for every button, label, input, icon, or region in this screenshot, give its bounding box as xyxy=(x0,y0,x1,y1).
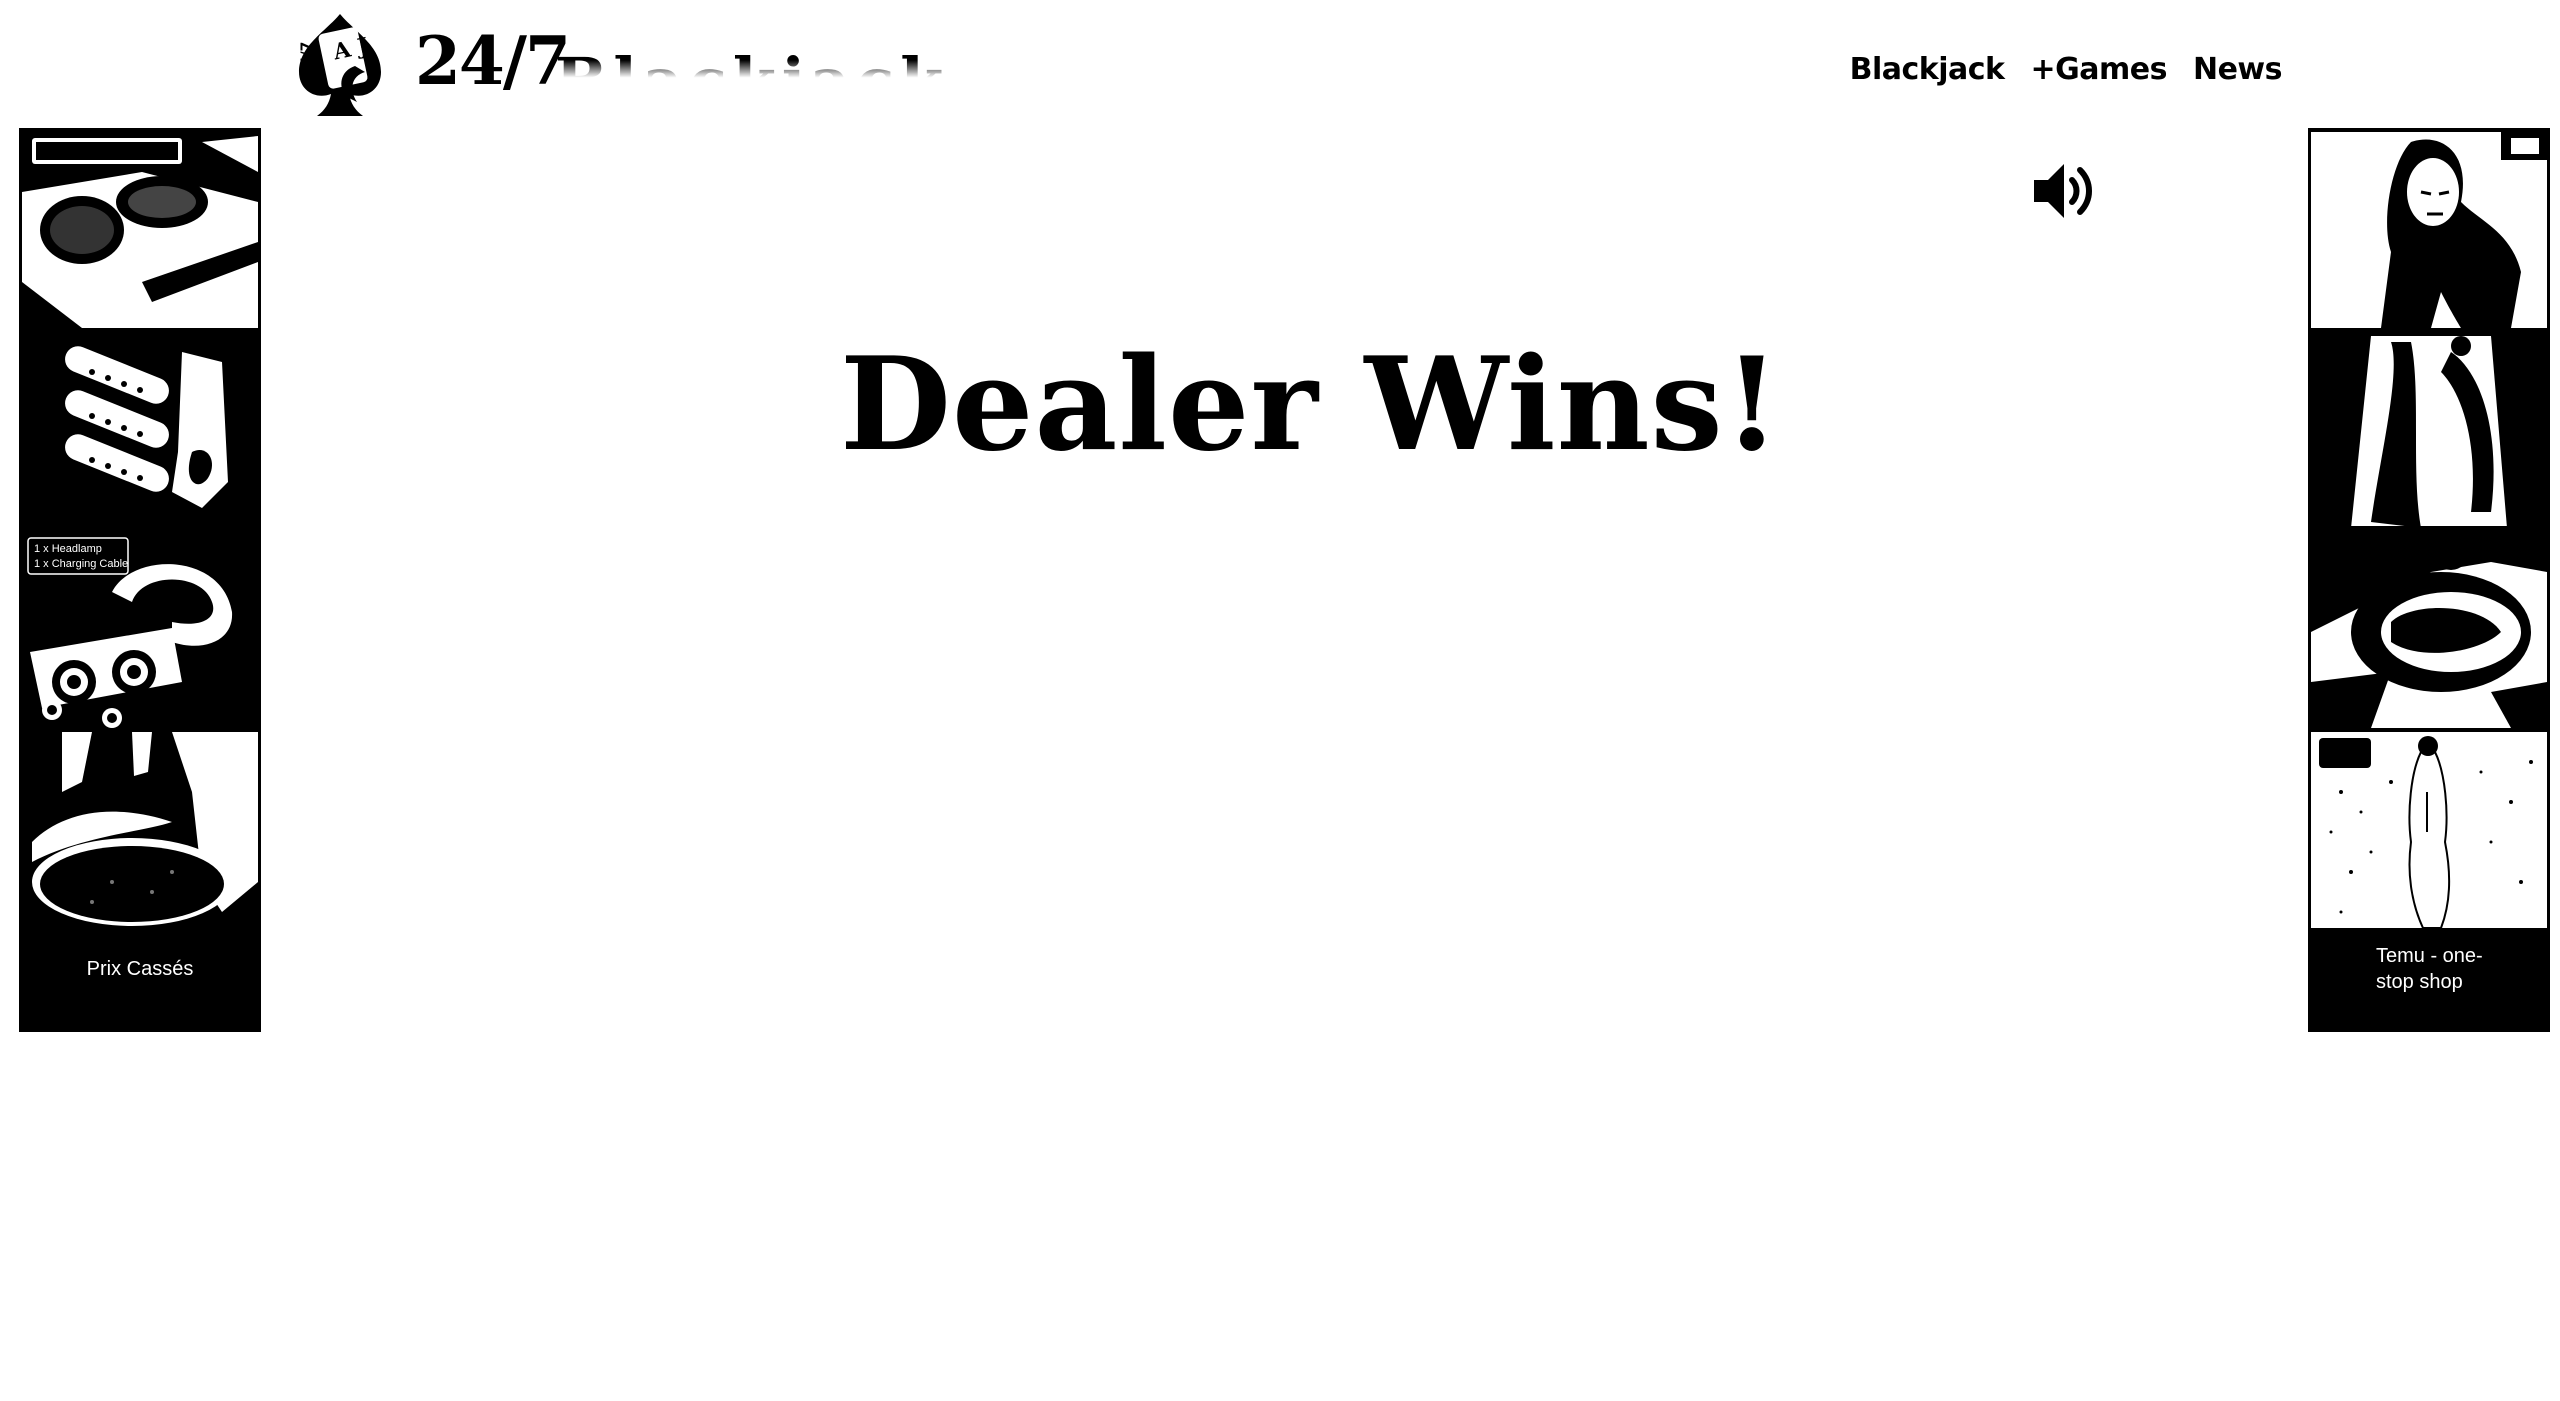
ad-tile-bag[interactable] xyxy=(2311,532,2547,728)
sink-product-image xyxy=(22,132,258,328)
svg-text:1 x Charging Cable: 1 x Charging Cable xyxy=(34,558,128,570)
headlamp-product-image: 1 x Headlamp 1 x Charging Cable xyxy=(22,532,258,728)
bag-product-image xyxy=(2311,532,2547,728)
sound-toggle-button[interactable] xyxy=(2030,158,2102,224)
site-logo[interactable]: A J 24/7 24/7 Blackjack xyxy=(285,10,943,120)
left-ad-rail: 1 x Headlamp 1 x Charging Cable Prix Cas… xyxy=(19,128,261,1032)
woman-portrait-image xyxy=(2311,132,2547,328)
spade-card-logo-icon: A J 24/7 xyxy=(299,14,381,116)
site-header: A J 24/7 24/7 Blackjack Blackjack +Games… xyxy=(0,0,2560,128)
nav-link-news[interactable]: News xyxy=(2193,52,2283,87)
ad-tile-headlamp[interactable]: 1 x Headlamp 1 x Charging Cable xyxy=(22,532,258,728)
svg-text:1 x Headlamp: 1 x Headlamp xyxy=(34,543,102,555)
dress-product-image xyxy=(2311,332,2547,528)
ad-tile-cookware[interactable] xyxy=(22,732,258,928)
ad-caption-right[interactable]: Temu - one-stop shop xyxy=(2376,943,2506,995)
svg-text:24/7: 24/7 xyxy=(299,42,315,76)
ad-tile-sink[interactable] xyxy=(22,132,258,328)
nav-link-blackjack[interactable]: Blackjack xyxy=(1850,52,2005,87)
result-message: Dealer Wins! xyxy=(840,330,1781,480)
speaker-volume-icon xyxy=(2034,164,2092,218)
ad-tile-outfit[interactable] xyxy=(2311,732,2547,928)
top-nav: Blackjack +Games News xyxy=(1850,52,2283,87)
logo-subtitle: Blackjack xyxy=(555,50,950,96)
right-ad-rail: Temu - one-stop shop xyxy=(2308,128,2550,1032)
outfit-product-image xyxy=(2311,732,2547,928)
cookware-product-image xyxy=(22,732,258,928)
guitar-pickguard-product-image xyxy=(22,332,258,528)
nav-link-more-games[interactable]: +Games xyxy=(2031,52,2168,87)
ad-tile-portrait[interactable] xyxy=(2311,132,2547,328)
ad-tile-dress[interactable] xyxy=(2311,332,2547,528)
ad-tile-pickguard[interactable] xyxy=(22,332,258,528)
logo-text: 24/7 xyxy=(415,22,571,100)
ad-caption-left[interactable]: Prix Cassés xyxy=(19,956,261,982)
